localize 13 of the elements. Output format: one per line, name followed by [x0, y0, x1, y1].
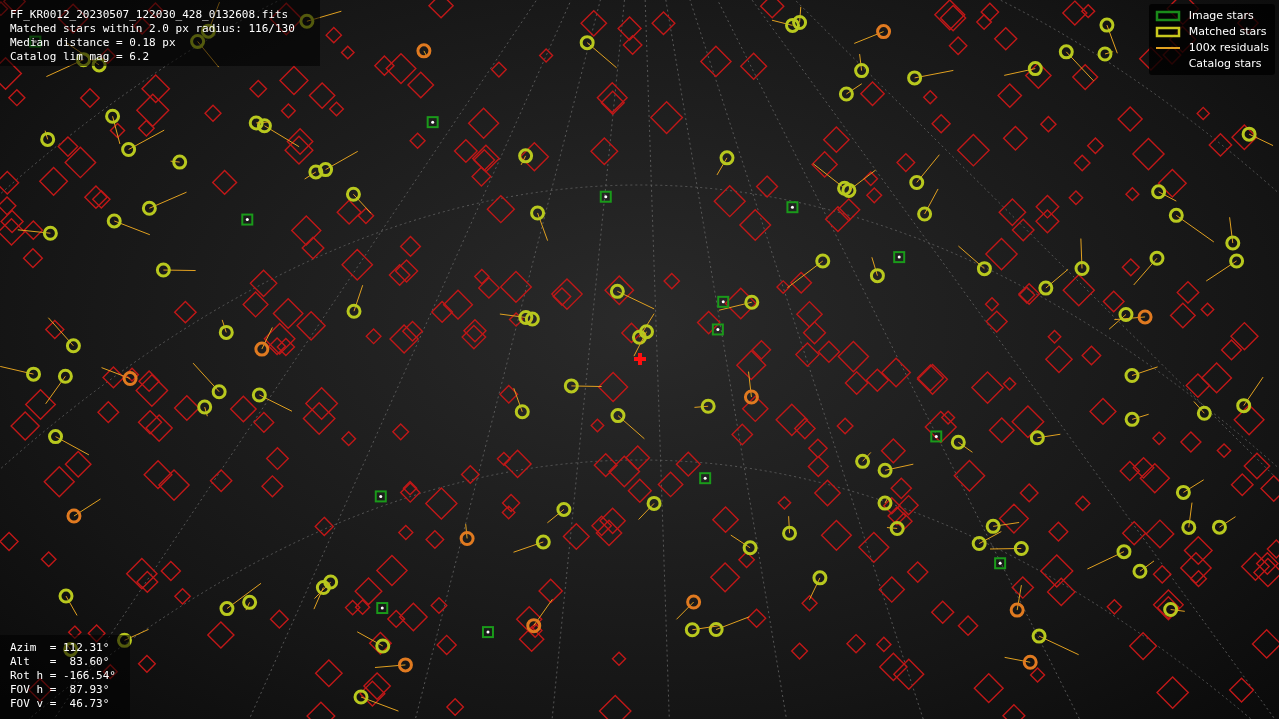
- pointing-text: FOV h = 87.93°: [10, 683, 111, 697]
- info-text: Median distance = 0.18 px: [10, 36, 177, 50]
- pointing-text: Alt = 83.60°: [10, 655, 111, 669]
- pointing-text: FOV v = 46.73°: [10, 697, 111, 711]
- info-text: Catalog lim mag = 6.2: [10, 50, 151, 64]
- info-text: FF_KR0012_20230507_122030_428_0132608.fits: [10, 8, 290, 22]
- info-text: Matched stars within 2.0 px radius: 116/130: [10, 22, 296, 36]
- pointing-text: Azim = 112.31°: [10, 641, 111, 655]
- legend-label: Matched stars: [1188, 25, 1267, 38]
- pointing-text: Rot h = -166.54°: [10, 669, 117, 683]
- legend-label: 100x residuals: [1188, 41, 1269, 54]
- legend-label: Catalog stars: [1188, 57, 1262, 70]
- legend-label: Image stars: [1188, 9, 1254, 22]
